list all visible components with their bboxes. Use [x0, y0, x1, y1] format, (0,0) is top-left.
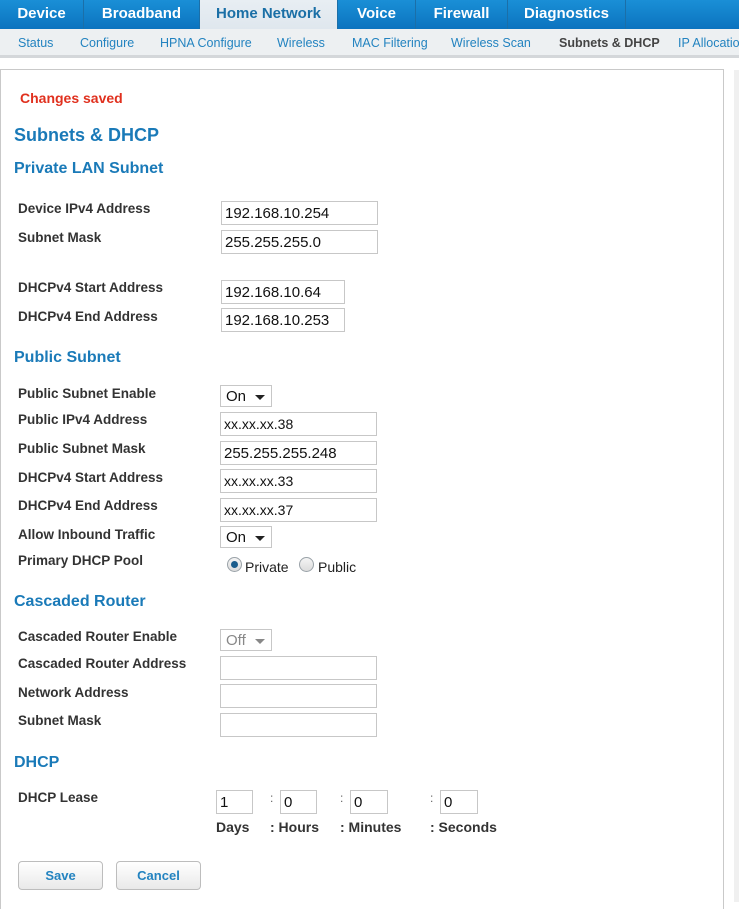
hours-unit-label: : Hours: [270, 819, 319, 835]
section-public-subnet: Public Subnet: [14, 349, 121, 366]
device-ipv4-input[interactable]: 192.168.10.254: [221, 201, 378, 225]
cascaded-address-label: Cascaded Router Address: [18, 656, 187, 671]
sub-navigation: Status Configure HPNA Configure Wireless…: [0, 29, 739, 58]
save-button[interactable]: Save: [18, 861, 103, 890]
public-mask-input[interactable]: 255.255.255.248: [220, 441, 377, 465]
public-mask-label: Public Subnet Mask: [18, 441, 146, 456]
subtab-wireless[interactable]: Wireless: [277, 36, 325, 50]
primary-dhcp-pool-label: Primary DHCP Pool: [18, 553, 144, 568]
subtab-ip-allocation[interactable]: IP Allocation: [678, 36, 739, 50]
subtab-hpna-configure[interactable]: HPNA Configure: [160, 36, 252, 50]
cascaded-enable-value: Off: [226, 632, 246, 649]
public-dhcp-start-input[interactable]: xx.xx.xx.33: [220, 469, 377, 493]
cascaded-subnet-mask-label: Subnet Mask: [18, 713, 102, 728]
chevron-down-icon: [255, 536, 265, 541]
network-address-input[interactable]: [220, 684, 377, 708]
lease-hours-input[interactable]: 0: [280, 790, 317, 814]
section-cascaded-router: Cascaded Router: [14, 593, 146, 610]
top-navigation: Device Broadband Home Network Voice Fire…: [0, 0, 739, 29]
public-subnet-enable-select[interactable]: On: [220, 385, 272, 407]
allow-inbound-value: On: [226, 529, 247, 546]
network-address-label: Network Address: [18, 685, 129, 700]
lease-minutes-input[interactable]: 0: [350, 790, 388, 814]
cascaded-subnet-mask-input[interactable]: [220, 713, 377, 737]
subtab-wireless-scan[interactable]: Wireless Scan: [451, 36, 531, 50]
subtab-configure[interactable]: Configure: [80, 36, 134, 50]
public-subnet-enable-value: On: [226, 388, 247, 405]
lease-days-input[interactable]: 1: [216, 790, 253, 814]
minutes-unit-label: : Minutes: [340, 819, 402, 835]
cascaded-enable-select[interactable]: Off: [220, 629, 272, 651]
private-dhcp-start-input[interactable]: 192.168.10.64: [221, 280, 345, 304]
pool-private-label[interactable]: Private: [245, 559, 289, 575]
allow-inbound-select[interactable]: On: [220, 526, 272, 548]
public-dhcp-end-label: DHCPv4 End Address: [18, 498, 158, 513]
subtab-subnets-dhcp[interactable]: Subnets & DHCP: [559, 36, 660, 50]
scrollbar[interactable]: [734, 70, 739, 902]
tab-broadband[interactable]: Broadband: [84, 0, 200, 29]
device-ipv4-label: Device IPv4 Address: [18, 201, 151, 216]
public-subnet-enable-label: Public Subnet Enable: [18, 386, 157, 401]
private-dhcp-end-input[interactable]: 192.168.10.253: [221, 308, 345, 332]
cascaded-address-input[interactable]: [220, 656, 377, 680]
dhcp-lease-label: DHCP Lease: [18, 790, 99, 805]
subnet-mask-label: Subnet Mask: [18, 230, 102, 245]
tab-diagnostics[interactable]: Diagnostics: [508, 0, 626, 29]
subnet-mask-input[interactable]: 255.255.255.0: [221, 230, 378, 254]
subtab-mac-filtering[interactable]: MAC Filtering: [352, 36, 428, 50]
tab-device[interactable]: Device: [0, 0, 84, 29]
days-unit-label: Days: [216, 819, 250, 835]
subtab-status[interactable]: Status: [18, 36, 53, 50]
chevron-down-icon: [255, 639, 265, 644]
cascaded-enable-label: Cascaded Router Enable: [18, 629, 178, 644]
chevron-down-icon: [255, 395, 265, 400]
private-dhcp-start-label: DHCPv4 Start Address: [18, 280, 164, 295]
pool-public-label[interactable]: Public: [318, 559, 356, 575]
tab-firewall[interactable]: Firewall: [416, 0, 508, 29]
pool-private-radio[interactable]: [227, 557, 242, 572]
private-dhcp-end-label: DHCPv4 End Address: [18, 309, 158, 324]
cancel-button[interactable]: Cancel: [116, 861, 201, 890]
colon-separator: :: [340, 791, 344, 805]
lease-seconds-input[interactable]: 0: [440, 790, 478, 814]
colon-separator: :: [270, 791, 274, 805]
tab-voice[interactable]: Voice: [338, 0, 416, 29]
public-dhcp-end-input[interactable]: xx.xx.xx.37: [220, 498, 377, 522]
seconds-unit-label: : Seconds: [430, 819, 497, 835]
page-title: Subnets & DHCP: [14, 125, 160, 145]
colon-separator: :: [430, 791, 434, 805]
pool-public-radio[interactable]: [299, 557, 314, 572]
section-private-lan: Private LAN Subnet: [14, 160, 164, 177]
public-dhcp-start-label: DHCPv4 Start Address: [18, 470, 164, 485]
public-ipv4-input[interactable]: xx.xx.xx.38: [220, 412, 377, 436]
allow-inbound-label: Allow Inbound Traffic: [18, 527, 156, 542]
public-ipv4-label: Public IPv4 Address: [18, 412, 148, 427]
tab-home-network[interactable]: Home Network: [200, 0, 338, 29]
section-dhcp: DHCP: [14, 754, 60, 771]
status-message: Changes saved: [20, 90, 123, 106]
